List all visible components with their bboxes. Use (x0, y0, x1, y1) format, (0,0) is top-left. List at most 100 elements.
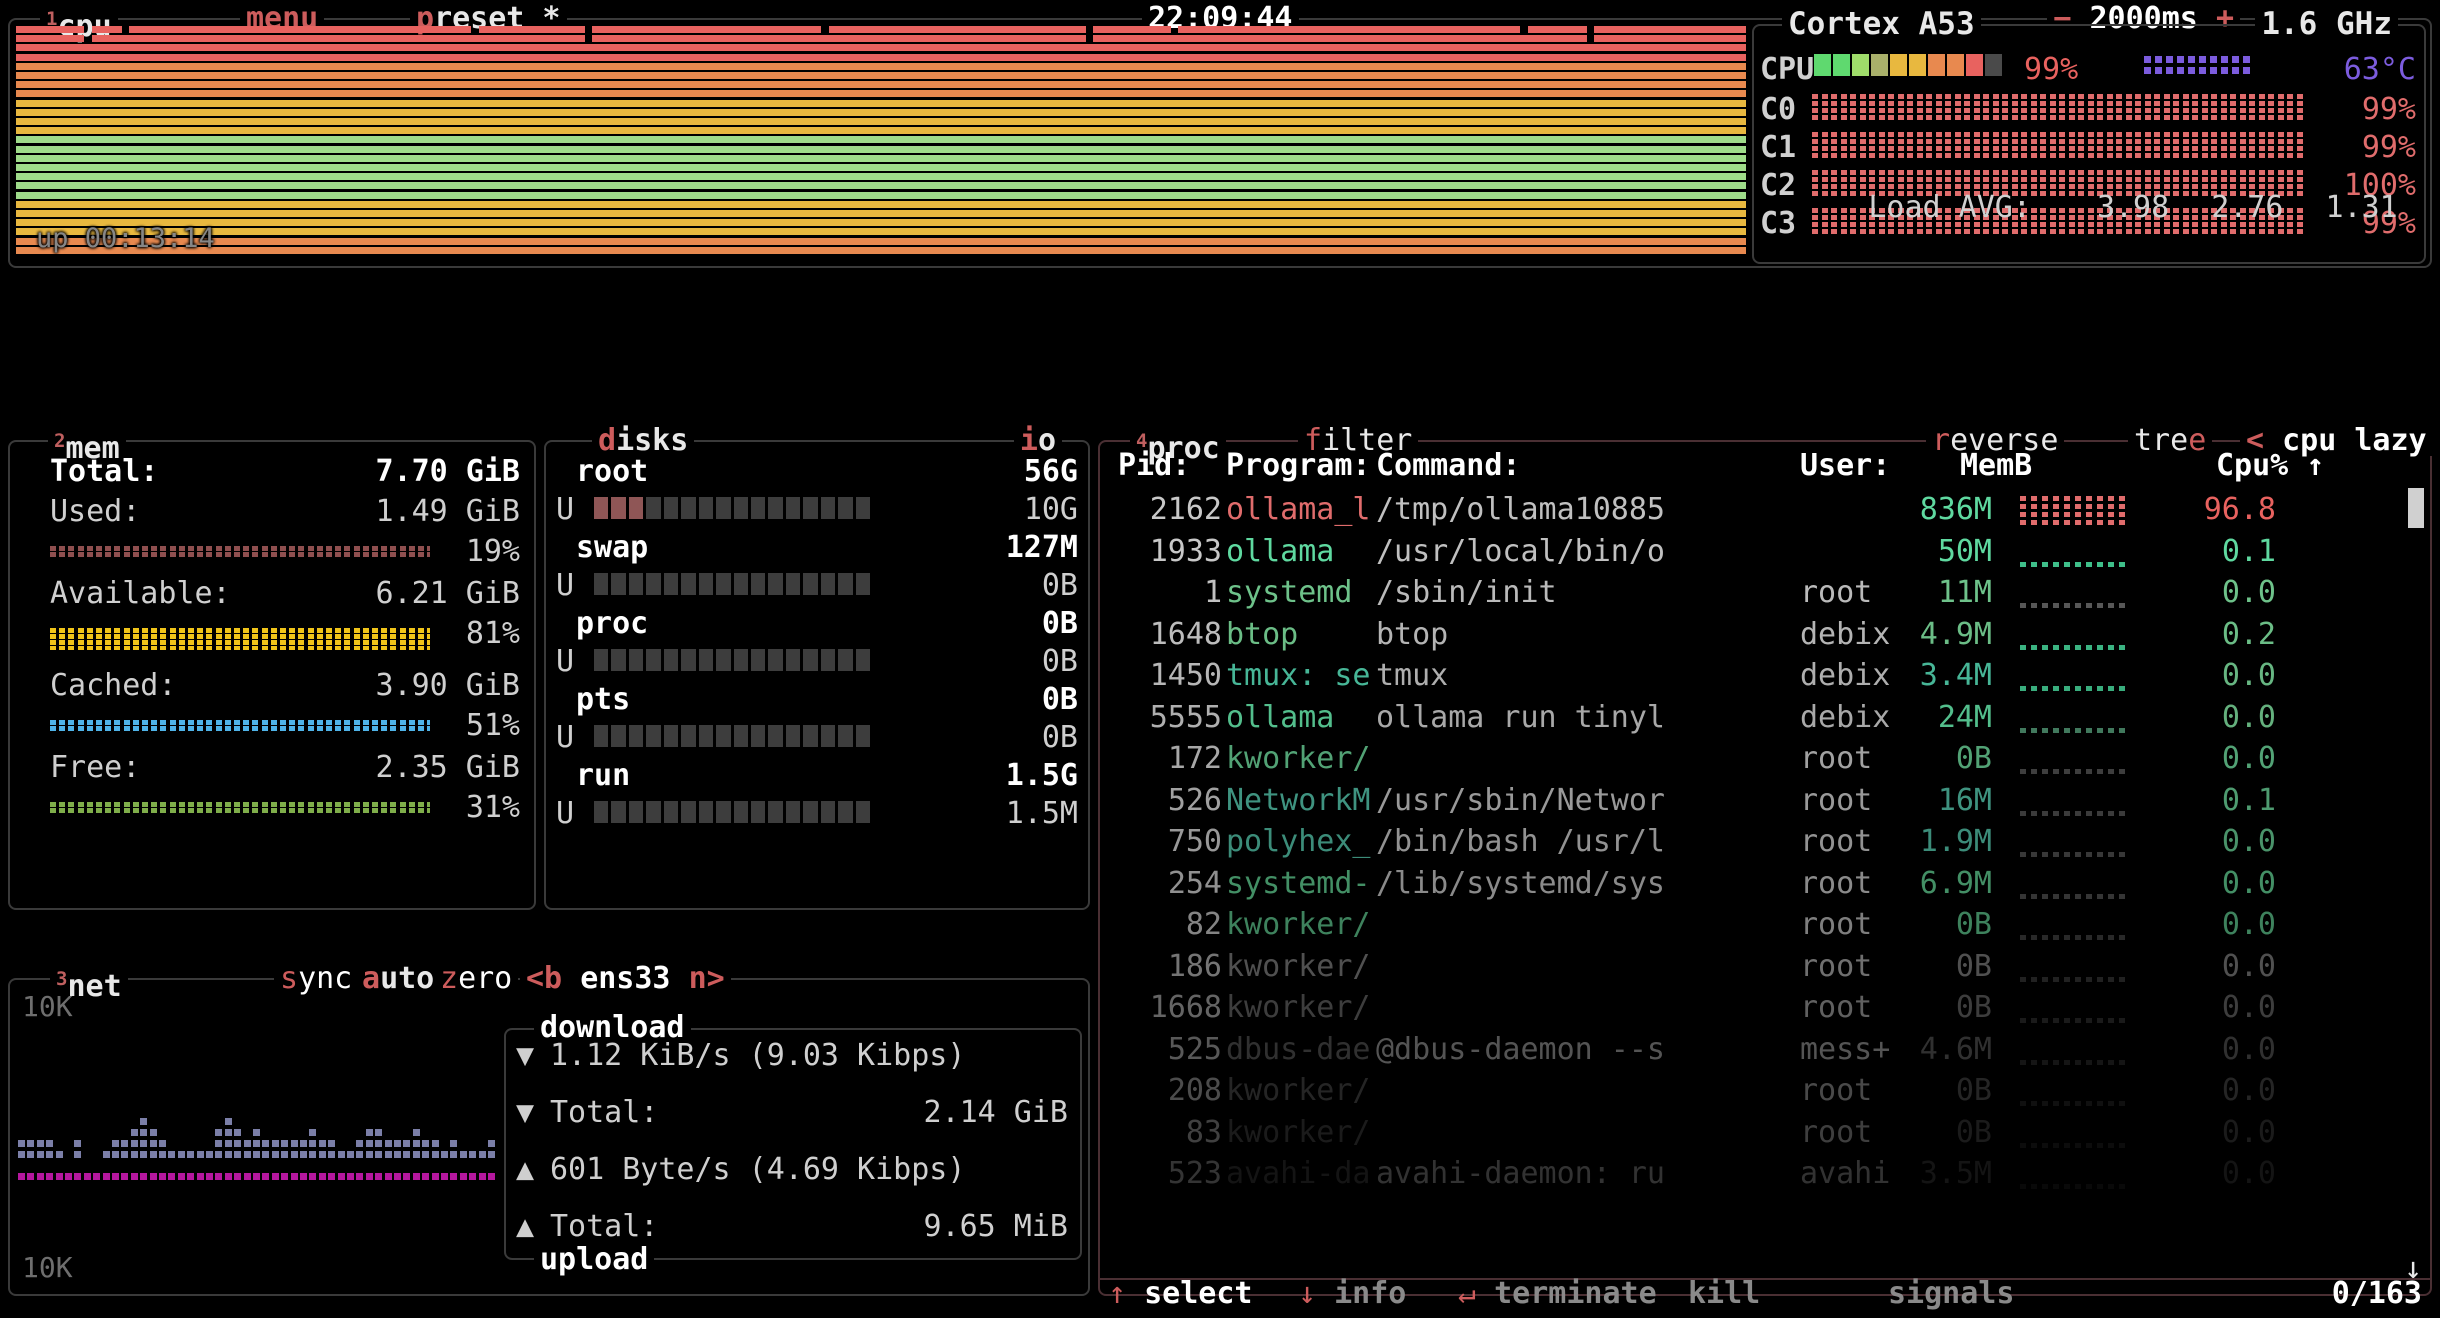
process-count-badge: 0/163 (2331, 1276, 2422, 1311)
table-row[interactable]: 1450 tmux: se tmux debix 3.4M 0.0 (1100, 658, 2430, 699)
header-mem[interactable]: MemB (1960, 448, 2032, 483)
process-scrollbar-thumb[interactable] (2408, 488, 2424, 528)
load-avg-15: 1.31 (2325, 190, 2398, 225)
disks-io-toggle[interactable]: io (1013, 426, 1062, 456)
process-panel: 4proc filter reverse tree < cpu lazy > P… (1098, 426, 2440, 1296)
table-row[interactable]: 750 polyhex_/bin/bash /usr/l root 1.9M 0.0 (1100, 824, 2430, 865)
disk-usage-label: U (556, 796, 575, 831)
disk-name: root (576, 454, 649, 489)
table-row[interactable]: 1668 kworker/root 0B 0.0 (1100, 990, 2430, 1031)
table-row[interactable]: 186 kworker/root 0B 0.0 (1100, 949, 2430, 990)
disk-usage-label: U (556, 568, 575, 603)
footer-shortcut-label: select (1144, 1276, 1253, 1311)
table-row[interactable]: 5555 ollama ollama run tinyl debix 24M 0.0 (1100, 700, 2430, 741)
disk-size: 127M (1005, 530, 1078, 565)
header-pid[interactable]: Pid: (1118, 448, 1190, 483)
table-row[interactable]: 1 systemd/sbin/init root 11M 0.0 (1100, 575, 2430, 616)
process-cpu-percent: 0.0 (2221, 1114, 2276, 1150)
net-auto-toggle[interactable]: auto (356, 964, 441, 994)
net-iface-next[interactable]: n> (689, 961, 725, 996)
net-zero-toggle[interactable]: zero (434, 964, 519, 994)
process-cpu-sparkline (2020, 492, 2136, 530)
process-program: kworker/ (1226, 948, 1371, 984)
disk-usage-row: U 0B (546, 568, 1088, 603)
process-user: debix (1800, 658, 1891, 693)
process-memory: 1.9M (1919, 824, 1992, 859)
table-row[interactable]: 526 NetworkM/usr/sbin/Networ root 16M 0.1 (1100, 783, 2430, 824)
process-cpu-sparkline (2020, 741, 2136, 779)
footer-shortcut[interactable]: ↑ select (1108, 1276, 1253, 1311)
download-total-label: Total: (550, 1095, 659, 1130)
process-cpu-percent: 0.0 (2221, 865, 2276, 901)
table-row[interactable]: 208 kworker/root 0B 0.0 (1100, 1073, 2430, 1114)
process-cpu-sparkline (2020, 949, 2136, 987)
process-memory: 50M (1937, 533, 1992, 569)
footer-shortcut[interactable]: signals (1888, 1276, 2014, 1311)
download-rate: 1.12 KiB/s (9.03 Kibps) (550, 1038, 966, 1073)
table-row[interactable]: 1648 btop btop debix 4.9M 0.2 (1100, 617, 2430, 658)
upload-total-row: ▲ Total: 9.65 MiB (510, 1209, 1070, 1247)
cpu-core-percent: 99% (2361, 92, 2416, 127)
table-row[interactable]: 254 systemd-/lib/systemd/sys root 6.9M 0.0 (1100, 866, 2430, 907)
process-cpu-percent: 0.0 (2221, 658, 2276, 693)
table-row[interactable]: 172 kworker/root 0B 0.0 (1100, 741, 2430, 782)
process-pid: 5555 (1149, 699, 1222, 735)
process-program: kworker/ (1226, 1073, 1371, 1108)
process-user: root (1800, 575, 1873, 610)
net-iface-prev[interactable]: <b (526, 961, 562, 996)
uptime-label: up 00:13:14 (36, 223, 215, 254)
download-total-arrow-icon: ▼ (516, 1095, 535, 1130)
table-row[interactable]: 525 dbus-dae @dbus-daemon --s mess+ 4.6M 0.0 (1100, 1032, 2430, 1073)
table-row[interactable]: 2162 ollama_l/tmp/ollama10885 836M 96.8 (1100, 492, 2430, 533)
process-table-header: Pid: Program: Command: User: MemB Cpu% ↑ (1100, 448, 2430, 483)
footer-shortcut-key: ↑ (1108, 1276, 1127, 1311)
memory-row-meter (50, 628, 430, 650)
disk-size: 1.5G (1005, 758, 1078, 793)
process-user: root (1800, 782, 1873, 818)
process-memory: 836M (1919, 492, 1992, 527)
table-row[interactable]: 1933 ollama/usr/local/bin/o 50M 0.1 (1100, 534, 2430, 575)
process-cpu-sparkline (2020, 866, 2136, 904)
table-row[interactable]: 523 avahi-da avahi-daemon: ru avahi 3.5M 0.0 (1100, 1156, 2430, 1197)
header-program[interactable]: Program: (1226, 448, 1371, 483)
process-command: /sbin/init (1376, 575, 1557, 610)
memory-panel: 2mem Total: 7.70 GiB Used: 1.49 GiB 19% Avail… (8, 426, 536, 910)
net-stats-subpanel: download upload ▼ 1.12 KiB/s (9.03 Kibps… (504, 1013, 1082, 1275)
disk-row: run 1.5G (546, 758, 1088, 794)
disk-name: run (576, 758, 631, 793)
net-sync-toggle[interactable]: sync (274, 964, 359, 994)
process-pid: 1450 (1149, 658, 1222, 693)
load-avg-5: 2.76 (2211, 190, 2284, 225)
process-command: btop (1376, 616, 1449, 652)
process-cpu-percent: 96.8 (2203, 492, 2276, 527)
disk-size: 0B (1041, 682, 1078, 717)
process-command: @dbus-daemon --s (1376, 1031, 1665, 1067)
footer-shortcut-label: kill (1688, 1276, 1761, 1311)
process-program: avahi-da (1226, 1156, 1371, 1191)
footer-shortcut[interactable]: ↵ terminate (1458, 1276, 1657, 1311)
memory-row-value: 2.35 GiB (375, 750, 521, 785)
header-command[interactable]: Command: (1376, 448, 1521, 483)
footer-shortcut[interactable]: ↓ info (1298, 1276, 1406, 1311)
process-user: mess+ (1800, 1031, 1891, 1067)
network-panel: 3net sync auto zero <b ens33 n> 10K 10K … (8, 964, 1090, 1296)
process-pid: 172 (1167, 741, 1222, 776)
disk-name: proc (576, 606, 649, 641)
disks-panel: disks io root 56G U 10G swap 127M U 0B proc 0B U 0B… (544, 426, 1090, 910)
process-user: root (1800, 990, 1873, 1025)
cpu-total-percent: 99% (2024, 52, 2079, 87)
process-memory: 0B (1955, 948, 1992, 984)
disk-usage-label: U (556, 644, 575, 679)
disks-panel-title[interactable]: disks (592, 426, 695, 456)
download-arrow-icon: ▼ (516, 1038, 535, 1073)
process-command: /tmp/ollama10885 (1376, 492, 1665, 527)
header-user[interactable]: User: (1800, 448, 1890, 483)
net-interface-selector[interactable]: <b ens33 n> (520, 964, 731, 994)
header-cpu[interactable]: Cpu% ↑ (2216, 448, 2324, 483)
footer-shortcut-label: signals (1888, 1276, 2015, 1311)
network-panel-number: 3 (56, 968, 68, 990)
process-footer-bar: ↑ select ↓ info ↵ terminate kill signals 0/1… (1098, 1276, 2432, 1318)
table-row[interactable]: 83 kworker/root 0B 0.0 (1100, 1115, 2430, 1156)
footer-shortcut[interactable]: kill (1688, 1276, 1760, 1311)
table-row[interactable]: 82 kworker/root 0B 0.0 (1100, 907, 2430, 948)
